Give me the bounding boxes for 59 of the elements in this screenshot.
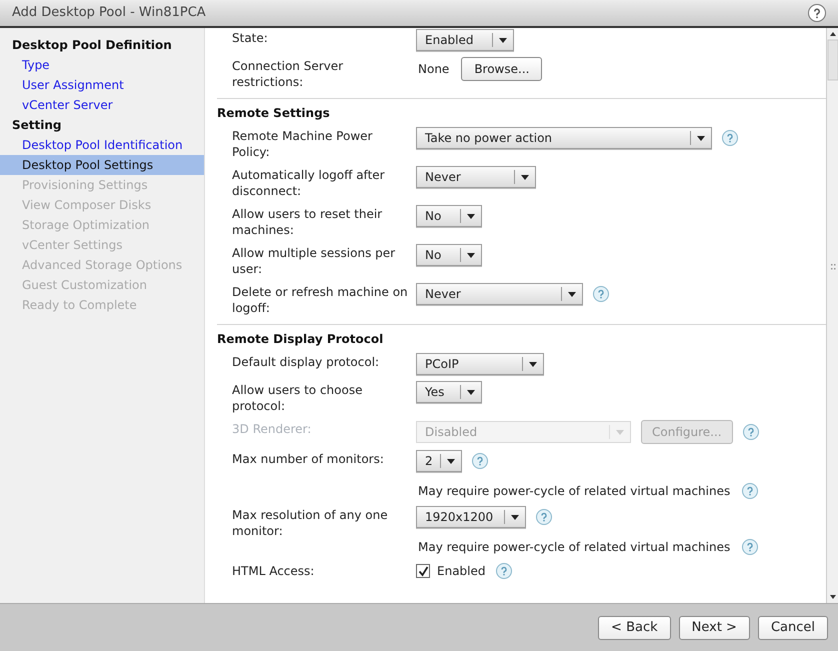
checkbox[interactable]	[416, 564, 430, 578]
field-label: 3D Renderer:	[232, 421, 312, 437]
field-label: HTML Access:	[232, 563, 316, 579]
sidebar-item: Advanced Storage Options	[21, 257, 184, 274]
field-label: Delete or refresh machine on logoff:	[232, 284, 409, 316]
sidebar-item[interactable]: User Assignment	[0, 75, 204, 95]
wizard-button[interactable]: Next >	[678, 616, 750, 640]
help-icon[interactable]	[808, 4, 826, 22]
field-label: Connection Server restrictions:	[232, 58, 344, 90]
browse-button[interactable]: Browse...	[461, 57, 542, 81]
field-label: Automatically logoff after disconnect:	[232, 167, 386, 199]
dropdown[interactable]: No	[416, 205, 482, 227]
sidebar-item[interactable]: vCenter Server	[0, 95, 204, 115]
help-icon[interactable]	[536, 509, 552, 525]
dropdown[interactable]: No	[416, 244, 482, 266]
dropdown[interactable]: Never	[416, 283, 583, 305]
section-heading: Remote Settings	[217, 105, 331, 121]
window-title: Add Desktop Pool - Win81PCA	[12, 4, 206, 22]
dropdown[interactable]: Yes	[416, 381, 482, 403]
dropdown: Disabled	[416, 421, 631, 443]
field-label: Allow multiple sessions per user:	[232, 245, 396, 277]
dropdown[interactable]: Never	[416, 166, 536, 188]
help-icon[interactable]	[722, 130, 738, 146]
sidebar-item[interactable]: Type	[0, 55, 204, 75]
field-label: Default display protocol:	[232, 354, 380, 370]
dropdown[interactable]: PCoIP	[416, 353, 544, 375]
field-label: Allow users to reset their machines:	[232, 206, 384, 238]
field-label: State:	[232, 30, 269, 46]
field-value: None	[417, 61, 450, 78]
field-label: Allow users to choose protocol:	[232, 382, 364, 414]
help-icon[interactable]	[472, 453, 488, 469]
help-icon[interactable]	[593, 286, 609, 302]
sidebar-item: Guest Customization	[21, 277, 148, 294]
sidebar-item: vCenter Settings	[21, 237, 124, 254]
help-icon[interactable]	[742, 539, 758, 555]
dropdown[interactable]: Enabled	[416, 29, 514, 51]
field-label: Remote Machine Power Policy:	[232, 128, 374, 160]
dropdown[interactable]: 1920x1200	[416, 506, 526, 528]
sidebar-item: Storage Optimization	[21, 217, 151, 234]
wizard-button[interactable]: < Back	[598, 616, 671, 640]
sidebar-item: View Composer Disks	[21, 197, 152, 214]
dropdown[interactable]: Take no power action	[416, 127, 712, 149]
help-icon[interactable]	[496, 563, 512, 579]
sidebar-heading: Desktop Pool Definition	[11, 37, 173, 54]
sidebar-item: Provisioning Settings	[21, 177, 149, 194]
checkbox-label: Enabled	[437, 563, 486, 580]
field-label: Max resolution of any one monitor:	[232, 507, 389, 539]
sidebar-item: Ready to Complete	[21, 297, 138, 314]
wizard-button[interactable]: Cancel	[758, 616, 828, 640]
field-label: Max number of monitors:	[232, 451, 385, 467]
hint-text: May require power-cycle of related virtual machines	[418, 539, 730, 556]
sidebar-item[interactable]: Desktop Pool Settings	[0, 155, 204, 175]
sidebar-item[interactable]: Desktop Pool Identification	[0, 135, 204, 155]
scrollbar[interactable]	[826, 28, 838, 603]
section-heading: Remote Display Protocol	[217, 331, 384, 347]
sidebar-heading: Setting	[11, 117, 62, 134]
dropdown[interactable]: 2	[416, 450, 462, 472]
help-icon[interactable]	[742, 483, 758, 499]
hint-text: May require power-cycle of related virtual machines	[418, 483, 730, 500]
